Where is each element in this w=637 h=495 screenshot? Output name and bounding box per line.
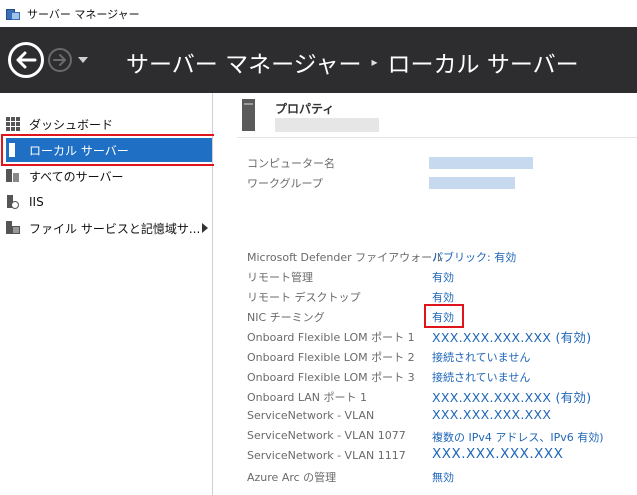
breadcrumb-root: サーバー マネージャー <box>126 52 362 78</box>
property-label: コンピューター名 <box>247 157 335 170</box>
property-label: ServiceNetwork - VLAN 1077 <box>247 429 406 442</box>
property-row-service-network-vlan: ServiceNetwork - VLAN XXX.XXX.XXX.XXX <box>247 406 637 426</box>
back-arrow-icon <box>16 51 37 69</box>
property-label: ServiceNetwork - VLAN 1117 <box>247 449 406 462</box>
property-value-link[interactable]: XXX.XXX.XXX.XXX (有効) <box>432 387 591 406</box>
property-row-defender: Microsoft Defender ファイアウォール パブリック: 有効 <box>247 246 637 266</box>
property-value-link[interactable]: 有効 <box>432 289 454 305</box>
window-titlebar: サーバー マネージャー <box>0 0 637 27</box>
history-dropdown-icon[interactable] <box>78 57 88 63</box>
property-row-nic-teaming: NIC チーミング 有効 <box>247 306 637 326</box>
all-servers-icon <box>6 169 20 183</box>
property-value-link[interactable]: パブリック: 有効 <box>432 249 516 265</box>
sidebar-item-label: ダッシュボード <box>29 117 114 132</box>
main-content: プロパティ コンピューター名 ワークグループ Microsoft Defende… <box>214 93 637 495</box>
property-label: ワークグループ <box>247 177 323 190</box>
breadcrumb: サーバー マネージャー ▸ ローカル サーバー <box>126 45 579 79</box>
property-value-link[interactable]: 接続されていません <box>432 369 530 385</box>
server-manager-app-icon <box>6 7 20 21</box>
property-row-service-network-vlan-1077: ServiceNetwork - VLAN 1077 複数の IPv4 アドレス… <box>247 426 637 446</box>
submenu-arrow-icon <box>202 223 208 233</box>
property-value-link[interactable]: 無効 <box>432 469 454 485</box>
local-server-icon <box>6 143 20 157</box>
property-label: Onboard LAN ポート 1 <box>247 391 368 404</box>
breadcrumb-current: ローカル サーバー <box>387 52 579 78</box>
properties-header: プロパティ <box>214 93 637 133</box>
back-button[interactable] <box>8 42 44 78</box>
properties-title: プロパティ <box>275 102 335 116</box>
property-value-link[interactable]: 有効 <box>432 269 454 285</box>
property-row-lom-port-2: Onboard Flexible LOM ポート 2 接続されていません <box>247 346 637 366</box>
sidebar-item-file-services[interactable]: ファイル サービスと記憶域サ... <box>6 216 212 240</box>
property-value-link[interactable]: XXX.XXX.XXX.XXX <box>432 446 563 462</box>
window-title: サーバー マネージャー <box>27 7 140 21</box>
breadcrumb-separator-icon: ▸ <box>371 55 378 69</box>
property-row-lom-port-1: Onboard Flexible LOM ポート 1 XXX.XXX.XXX.X… <box>247 326 637 346</box>
file-services-icon <box>6 221 20 235</box>
workgroup-value-redacted[interactable] <box>429 177 515 189</box>
property-value-link[interactable]: XXX.XXX.XXX.XXX <box>432 407 551 422</box>
header-bar: サーバー マネージャー ▸ ローカル サーバー <box>0 27 637 93</box>
property-label: Onboard Flexible LOM ポート 2 <box>247 351 415 364</box>
property-row-azure-arc: Azure Arc の管理 無効 <box>247 466 637 486</box>
property-value-link[interactable]: 有効 <box>432 309 454 325</box>
sidebar-item-iis[interactable]: IIS <box>6 190 212 214</box>
property-row-lan-port-1: Onboard LAN ポート 1 XXX.XXX.XXX.XXX (有効) <box>247 386 637 406</box>
property-value-link[interactable]: XXX.XXX.XXX.XXX (有効) <box>432 327 591 346</box>
property-label: NIC チーミング <box>247 311 325 324</box>
iis-icon <box>6 195 20 209</box>
properties-subtitle-redacted <box>275 118 379 132</box>
property-row-remote-management: リモート管理 有効 <box>247 266 637 286</box>
sidebar-item-label: ローカル サーバー <box>29 143 129 158</box>
sidebar-item-dashboard[interactable]: ダッシュボード <box>6 112 212 136</box>
computer-name-value-redacted[interactable] <box>429 157 533 169</box>
sidebar-item-label: すべてのサーバー <box>29 169 124 184</box>
property-value-link[interactable]: 複数の IPv4 アドレス、IPv6 有効) <box>432 429 604 445</box>
sidebar-item-local-server[interactable]: ローカル サーバー <box>6 138 212 162</box>
forward-arrow-icon <box>53 54 66 66</box>
sidebar-item-label: IIS <box>29 195 44 209</box>
property-label: Microsoft Defender ファイアウォール <box>247 251 444 264</box>
property-row-remote-desktop: リモート デスクトップ 有効 <box>247 286 637 306</box>
sidebar-item-all-servers[interactable]: すべてのサーバー <box>6 164 212 188</box>
property-value-link[interactable]: 接続されていません <box>432 349 530 365</box>
property-label: Onboard Flexible LOM ポート 1 <box>247 331 415 344</box>
properties-panel: コンピューター名 ワークグループ Microsoft Defender ファイア… <box>237 137 637 495</box>
sidebar-item-label: ファイル サービスと記憶域サ... <box>29 221 201 236</box>
property-label: Azure Arc の管理 <box>247 471 337 484</box>
dashboard-icon <box>6 117 20 131</box>
sidebar: ダッシュボード ローカル サーバー すべてのサーバー IIS ファイル サービス… <box>0 93 213 495</box>
property-row-service-network-vlan-1117: ServiceNetwork - VLAN 1117 XXX.XXX.XXX.X… <box>247 446 637 466</box>
property-label: Onboard Flexible LOM ポート 3 <box>247 371 415 384</box>
property-label: ServiceNetwork - VLAN <box>247 409 375 422</box>
property-label: リモート管理 <box>247 271 313 284</box>
property-label: リモート デスクトップ <box>247 291 361 304</box>
forward-button[interactable] <box>48 48 72 72</box>
property-row-lom-port-3: Onboard Flexible LOM ポート 3 接続されていません <box>247 366 637 386</box>
server-tower-icon <box>242 99 255 131</box>
